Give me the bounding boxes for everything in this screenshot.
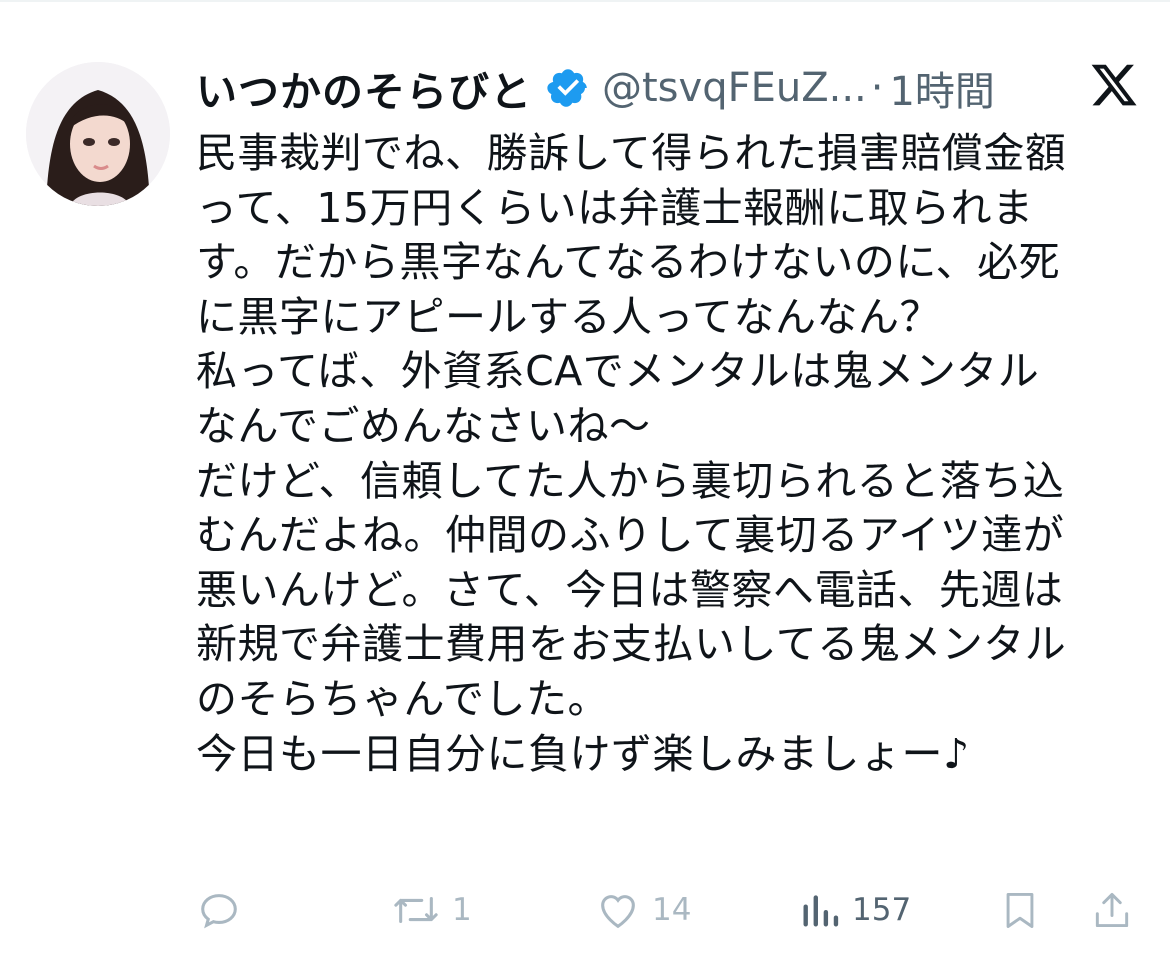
heart-icon (601, 895, 635, 929)
tweet-text-line: 悪いんけど。さて、今日は警察へ電話、先週は (196, 565, 1064, 614)
tweet-text-line: 今日も一日自分に負けず楽しみましょー♪ (196, 729, 970, 778)
separator-dot: · (870, 65, 884, 111)
like-count: 14 (652, 892, 692, 928)
tweet-text-line: 民事裁判でね、勝訴して得られた損害賠償金額 (196, 129, 1067, 177)
share-icon (1095, 892, 1129, 928)
view-count: 157 (852, 892, 912, 928)
x-logo-icon[interactable] (1088, 60, 1140, 110)
tweet-text-line: 新規で弁護士費用をお支払いしてる鬼メンタル (196, 620, 1067, 669)
views-button[interactable]: 157 (798, 880, 911, 940)
views-icon (803, 895, 839, 927)
tweet-text-line: って、15万円くらいは弁護士報酬に取られま (196, 183, 1034, 232)
tweet-header: いつかのそらびと @tsvqFEuZ... · 1時間 (196, 58, 1096, 118)
retweet-count: 1 (452, 892, 472, 928)
bookmark-icon (1006, 892, 1034, 928)
tweet: いつかのそらびと @tsvqFEuZ... · 1時間 民事裁判でね、勝訴して得… (0, 0, 1170, 977)
reply-button[interactable] (196, 880, 252, 940)
verified-badge-icon (547, 69, 587, 107)
avatar-photo (26, 62, 170, 206)
retweet-button[interactable]: 1 (390, 880, 472, 940)
tweet-text-line: す。だから黒字なんてなるわけないのに、必死 (196, 238, 1061, 287)
tweet-text-line: 私ってば、外資系CAでメンタルは鬼メンタル (196, 347, 1040, 396)
tweet-text-line: むんだよね。仲間のふりして裏切るアイツ達が (196, 511, 1065, 560)
tweet-text-line: だけど、信頼してた人から裏切られると落ち込 (196, 456, 1065, 505)
like-button[interactable]: 14 (594, 880, 691, 940)
retweet-icon (394, 896, 438, 924)
display-name[interactable]: いつかのそらびと (196, 58, 532, 118)
tweet-text-line: のそらちゃんでした。 (196, 674, 609, 723)
action-bar: 1 14 157 (190, 880, 1150, 940)
tweet-text: 民事裁判でね、勝訴して得られた損害賠償金額 って、15万円くらいは弁護士報酬に取… (196, 126, 1146, 781)
bookmark-button[interactable] (998, 880, 1042, 940)
timestamp[interactable]: 1時間 (889, 59, 994, 117)
avatar[interactable] (26, 62, 170, 206)
user-handle[interactable]: @tsvqFEuZ... (602, 65, 867, 111)
tweet-text-line: なんでごめんなさいね〜 (196, 401, 651, 450)
share-button[interactable] (1090, 880, 1134, 940)
tweet-text-line: に黒字にアピールする人ってなんなん？ (196, 292, 941, 341)
reply-icon (201, 894, 237, 929)
